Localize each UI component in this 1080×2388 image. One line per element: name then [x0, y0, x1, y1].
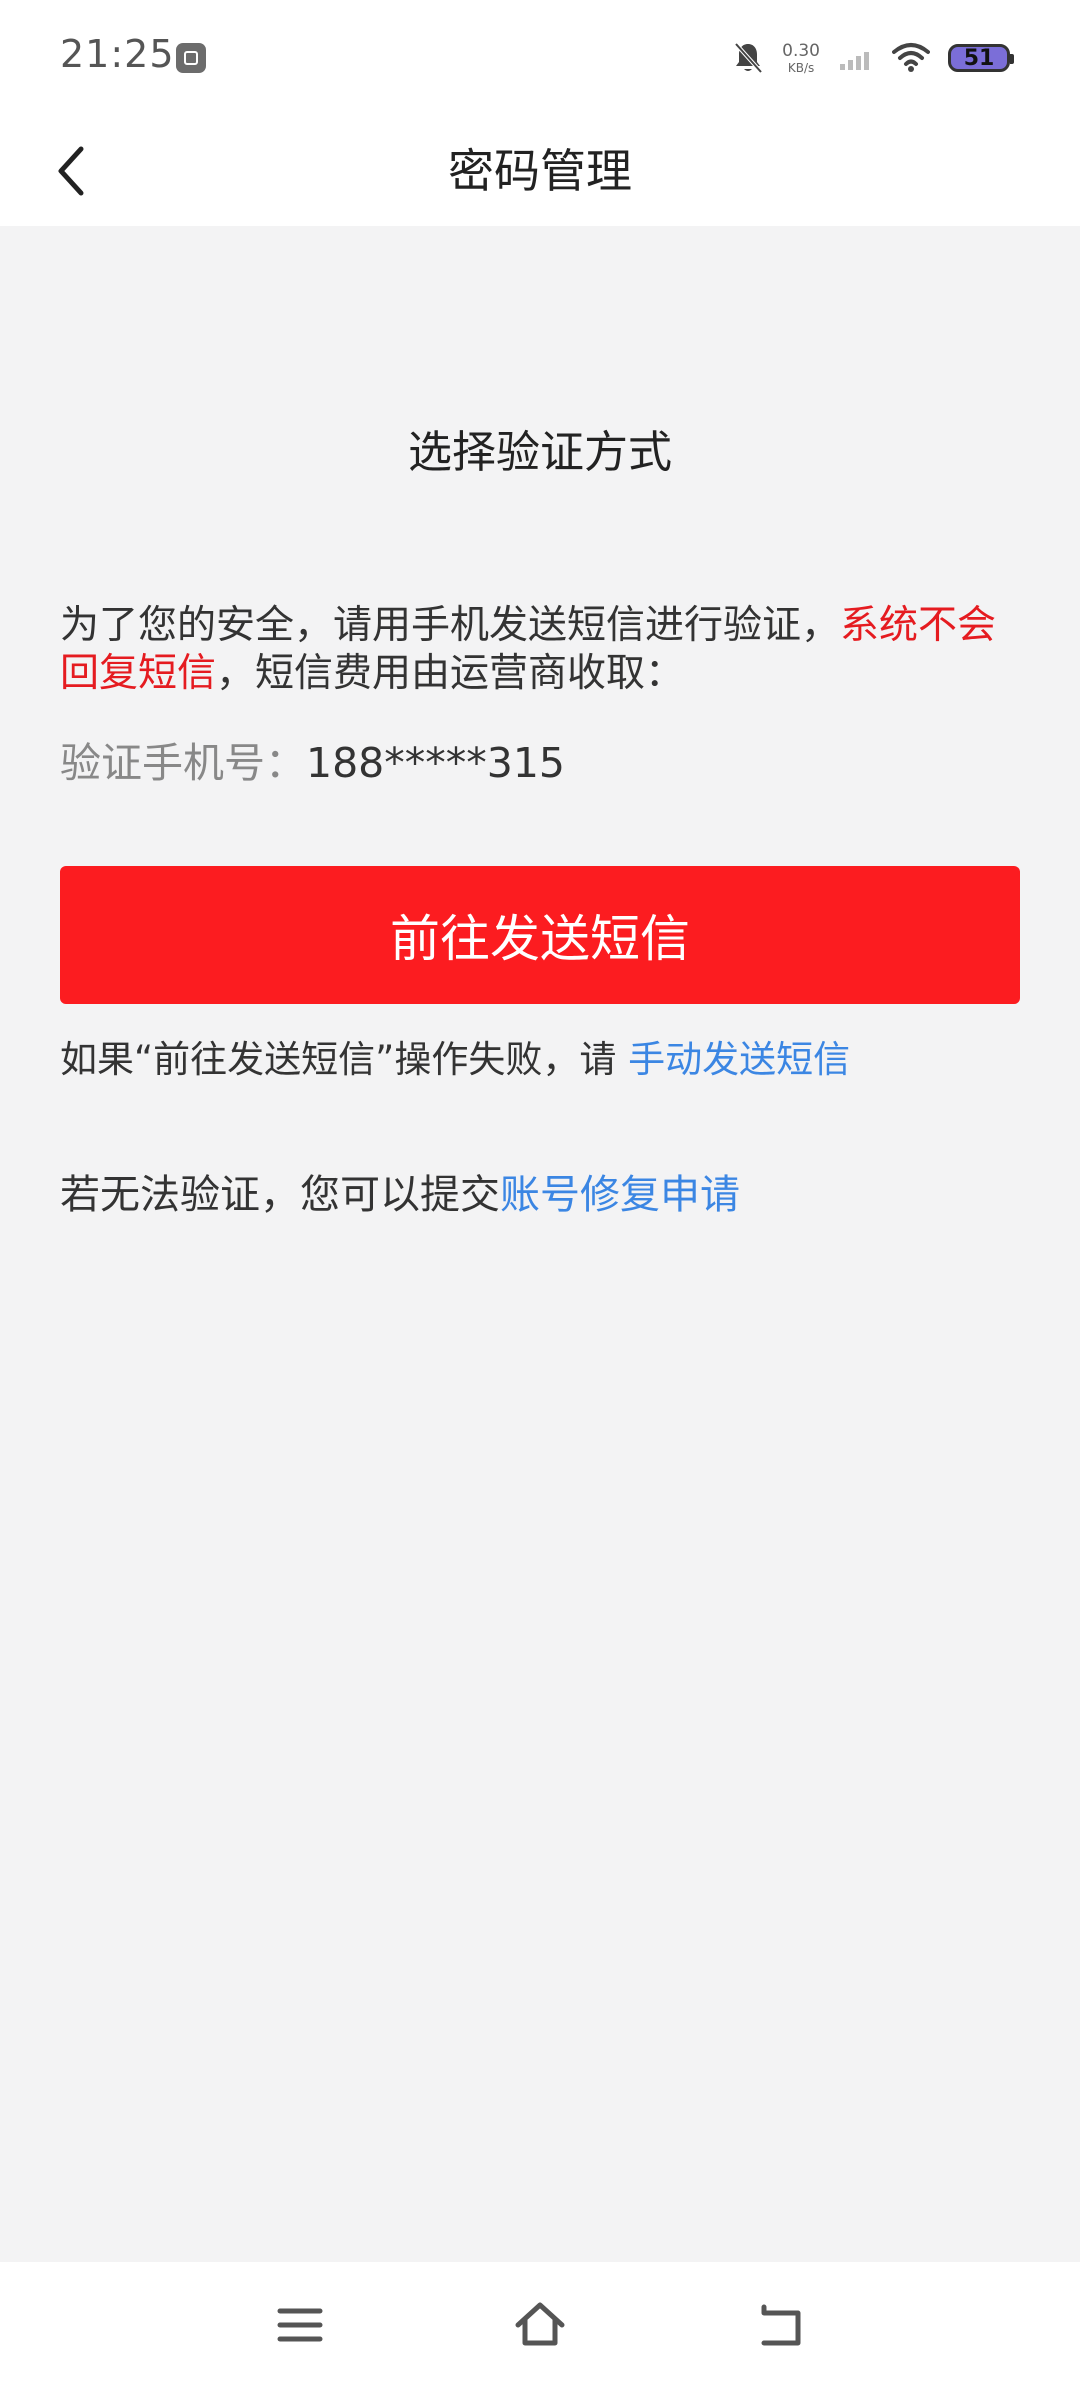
account-repair-link[interactable]: 账号修复申请: [500, 1172, 740, 1218]
wifi-icon: [892, 43, 930, 72]
desc-text-1: 为了您的安全，请用手机发送短信进行验证，: [60, 603, 841, 648]
system-nav-bar: [0, 2262, 1080, 2388]
section-title: 选择验证方式: [408, 427, 672, 478]
repair-hint-text: 若无法验证，您可以提交: [60, 1172, 500, 1218]
fail-hint-row: 如果“前往发送短信”操作失败，请 手动发送短信: [60, 1032, 850, 1088]
home-icon: [515, 2302, 565, 2346]
fail-hint-text: 如果“前往发送短信”操作失败，请: [60, 1038, 629, 1081]
return-icon: [761, 2304, 801, 2346]
signal-icon: [840, 52, 869, 70]
manual-send-sms-link[interactable]: 手动发送短信: [628, 1038, 850, 1081]
menu-button[interactable]: [265, 2290, 335, 2360]
battery-level: 51: [963, 45, 995, 71]
status-icons: 0.30 KB/s 51: [732, 36, 1014, 80]
page-title: 密码管理: [448, 144, 632, 198]
header: 密码管理: [0, 116, 1080, 226]
net-speed-value: 0.30: [782, 40, 820, 61]
status-bar: 21:25 0.30 KB/s 51: [0, 0, 1080, 116]
app-notification-icon: [176, 43, 206, 73]
repair-hint-row: 若无法验证，您可以提交账号修复申请: [60, 1166, 740, 1224]
desc-text-2: ，短信费用由运营商收取：: [216, 651, 685, 696]
bell-off-icon: [734, 42, 763, 74]
phone-label: 验证手机号：: [60, 739, 306, 787]
net-speed-unit: KB/s: [787, 60, 815, 75]
send-sms-button[interactable]: 前往发送短信: [60, 866, 1020, 1004]
net-speed: 0.30 KB/s: [782, 40, 820, 75]
return-button[interactable]: [745, 2290, 815, 2360]
menu-icon: [277, 2308, 323, 2342]
home-button[interactable]: [505, 2290, 575, 2360]
phone-row: 验证手机号：188*****315: [60, 738, 565, 788]
security-description: 为了您的安全，请用手机发送短信进行验证，系统不会回复短信，短信费用由运营商收取：: [60, 602, 1020, 698]
battery-indicator: 51: [948, 44, 1014, 72]
status-time: 21:25: [60, 32, 175, 76]
phone-number: 188*****315: [306, 739, 566, 787]
